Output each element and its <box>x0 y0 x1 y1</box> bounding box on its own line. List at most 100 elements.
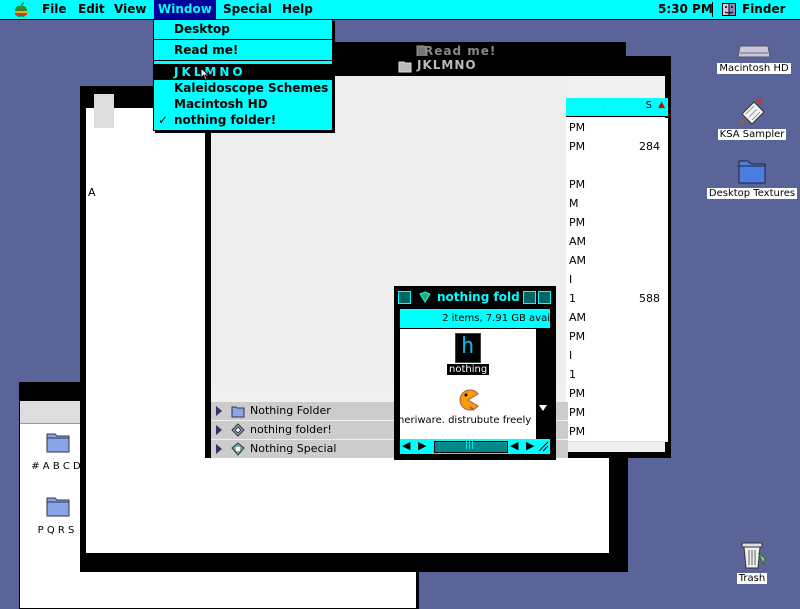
horizontal-scrollbar[interactable]: ◀ ▶ ||| ◀ ▶ <box>400 439 550 454</box>
column-header[interactable]: S ▲ <box>566 98 668 117</box>
row-date: PM <box>569 406 586 419</box>
menu-bar: File Edit View Window Special Help 5:30 … <box>0 0 800 20</box>
checkmark-icon: ✓ <box>158 113 169 127</box>
desktop-icon-trash[interactable]: Trash <box>730 538 774 584</box>
item-label-nothing[interactable]: nothing <box>447 364 490 375</box>
menu-special[interactable]: Special <box>219 0 276 19</box>
window-menu-dropdown: Desktop Read me! JKLMNO Kaleidoscope Sch… <box>153 19 333 131</box>
scroll-left-arrow-icon[interactable]: ◀ <box>510 439 518 452</box>
disclosure-triangle-icon[interactable] <box>216 425 222 435</box>
scroll-down-arrow-icon[interactable] <box>538 404 548 412</box>
window-menu-item-nothing-folder[interactable]: ✓ nothing folder! <box>154 112 332 128</box>
item-label-shareware[interactable]: heriware. distrubute freely <box>400 415 531 426</box>
row-date: I <box>569 349 573 362</box>
desktop-icon-label: Macintosh HD <box>717 63 791 74</box>
row-size: 284 <box>639 140 660 153</box>
menu-separator <box>154 39 332 40</box>
folder-icon <box>46 433 70 453</box>
list-item-label: nothing folder! <box>250 423 332 436</box>
window-title: nothing folde <box>437 290 519 304</box>
nothing-app-icon[interactable]: h <box>455 333 481 363</box>
window-menu-item-jklmno[interactable]: JKLMNO <box>154 64 332 80</box>
list-row[interactable]: I <box>566 270 668 290</box>
menu-edit[interactable]: Edit <box>74 0 109 19</box>
list-row[interactable]: PM <box>566 118 668 138</box>
hard-disk-icon <box>737 45 771 58</box>
folder-item-abcd[interactable] <box>38 429 78 458</box>
folder-icon <box>231 404 245 418</box>
scroll-right-arrow-icon[interactable]: ▶ <box>418 439 426 452</box>
column-header-size: S <box>645 100 652 111</box>
menu-item-label: nothing folder! <box>174 113 277 127</box>
list-row[interactable]: AM <box>566 232 668 252</box>
collapse-box-icon[interactable] <box>538 291 551 304</box>
resize-grip-icon[interactable] <box>538 441 549 452</box>
column-divider <box>603 98 604 116</box>
list-item-label: Nothing Special <box>250 442 337 455</box>
text-fragment: A <box>88 186 96 199</box>
window-menu-item-readme[interactable]: Read me! <box>154 42 332 58</box>
menu-view[interactable]: View <box>110 0 150 19</box>
list-row[interactable]: PM <box>566 213 668 233</box>
disclosure-triangle-icon[interactable] <box>216 406 222 416</box>
menu-item-label: Macintosh HD <box>174 97 268 111</box>
application-icon <box>231 442 245 456</box>
folder-window-icon <box>419 291 431 303</box>
list-row[interactable]: PM <box>566 403 668 423</box>
list-row[interactable]: PM <box>566 175 668 195</box>
list-item-label: Nothing Folder <box>250 404 331 417</box>
mouse-cursor-icon <box>200 67 210 81</box>
window-menu-item-desktop[interactable]: Desktop <box>154 21 332 37</box>
desktop-icon-label: KSA Sampler <box>717 129 787 140</box>
menu-clock[interactable]: 5:30 PM <box>658 0 713 19</box>
window-titlebar[interactable]: nothing folde <box>395 287 555 307</box>
list-row[interactable]: AM <box>566 251 668 271</box>
folder-item-pqrs[interactable] <box>38 493 78 522</box>
apple-menu-icon[interactable] <box>14 2 28 17</box>
list-row[interactable]: PM <box>566 384 668 404</box>
row-date: I <box>569 273 573 286</box>
list-row[interactable]: 1 <box>566 365 668 385</box>
icon-view-area: h nothing heriware. distrubute freely <box>400 329 536 439</box>
menu-separator <box>712 2 713 17</box>
list-row[interactable]: PM 284 <box>566 137 668 157</box>
list-row[interactable] <box>566 156 668 176</box>
sort-arrow-icon[interactable]: ▲ <box>658 100 665 110</box>
close-box-icon[interactable] <box>398 291 411 304</box>
row-date: PM <box>569 387 586 400</box>
row-date: PM <box>569 425 586 438</box>
vertical-scrollbar[interactable] <box>536 329 550 439</box>
folder-icon <box>46 497 70 517</box>
row-date: PM <box>569 121 586 134</box>
window-menu-item-macintosh-hd[interactable]: Macintosh HD <box>154 96 332 112</box>
scroll-left-arrow-icon[interactable]: ◀ <box>402 439 410 452</box>
finder-icon <box>722 3 736 16</box>
scroll-thumb[interactable]: ||| <box>434 440 508 453</box>
folder-label: P Q R S <box>37 525 75 536</box>
row-date: 1 <box>569 292 576 305</box>
zoom-box-icon[interactable] <box>523 291 536 304</box>
list-row[interactable]: AM <box>566 308 668 328</box>
menu-help[interactable]: Help <box>278 0 317 19</box>
list-row[interactable]: M <box>566 194 668 214</box>
desktop-icon-desktop-textures[interactable]: Desktop Textures <box>706 155 798 199</box>
list-row[interactable]: PM <box>566 422 668 442</box>
window-title: JKLMNO <box>417 58 477 72</box>
pacman-icon[interactable] <box>456 389 480 411</box>
desktop-icon-macintosh-hd[interactable]: Macintosh HD <box>716 42 792 74</box>
sampler-document-icon <box>739 98 765 125</box>
application-menu[interactable]: Finder <box>742 0 786 19</box>
menu-window[interactable]: Window <box>154 0 216 19</box>
desktop-icon-ksa-sampler[interactable]: KSA Sampler <box>712 96 792 140</box>
list-row[interactable]: PM <box>566 327 668 347</box>
menu-file[interactable]: File <box>38 0 71 19</box>
scroll-right-arrow-icon[interactable]: ▶ <box>526 439 534 452</box>
folder-window-icon <box>398 61 412 73</box>
folder-info-bar: 2 items, 7.91 GB avai <box>400 309 550 329</box>
window-menu-item-kaleidoscope-schemes[interactable]: Kaleidoscope Schemes <box>154 80 332 96</box>
list-row[interactable]: 1 588 <box>566 289 668 309</box>
row-date: PM <box>569 330 586 343</box>
list-row[interactable]: I <box>566 346 668 366</box>
disclosure-triangle-icon[interactable] <box>216 444 222 454</box>
row-size: 588 <box>639 292 660 305</box>
